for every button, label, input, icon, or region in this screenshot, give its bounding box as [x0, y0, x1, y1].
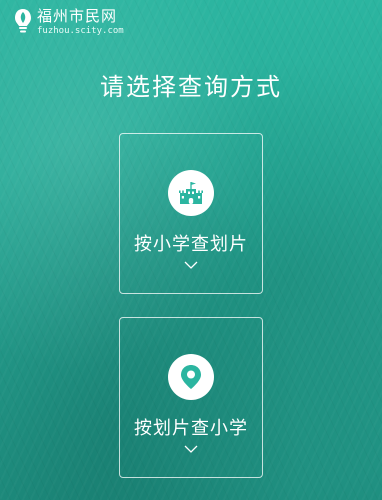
- map-pin-icon: [181, 365, 201, 389]
- option-card-by-zone[interactable]: 按划片查小学: [119, 317, 263, 478]
- page-title: 请选择查询方式: [100, 73, 282, 101]
- site-url: fuzhou.scity.com: [37, 25, 124, 36]
- pin-icon-circle: [168, 354, 214, 400]
- site-name: 福州市民网: [37, 6, 118, 25]
- logo-text: 福州市民网 fuzhou.scity.com: [37, 6, 124, 36]
- site-header: 福州市民网 fuzhou.scity.com: [14, 8, 124, 36]
- option-card-by-school[interactable]: 按小学查划片: [119, 133, 263, 294]
- option-label-by-school: 按小学查划片: [134, 234, 248, 255]
- chevron-down-icon: [184, 261, 198, 269]
- option-label-by-zone: 按划片查小学: [134, 418, 248, 439]
- school-building-icon: [179, 182, 203, 204]
- lightbulb-leaf-icon: [15, 9, 31, 33]
- school-icon-circle: [168, 170, 214, 216]
- chevron-down-icon: [184, 445, 198, 453]
